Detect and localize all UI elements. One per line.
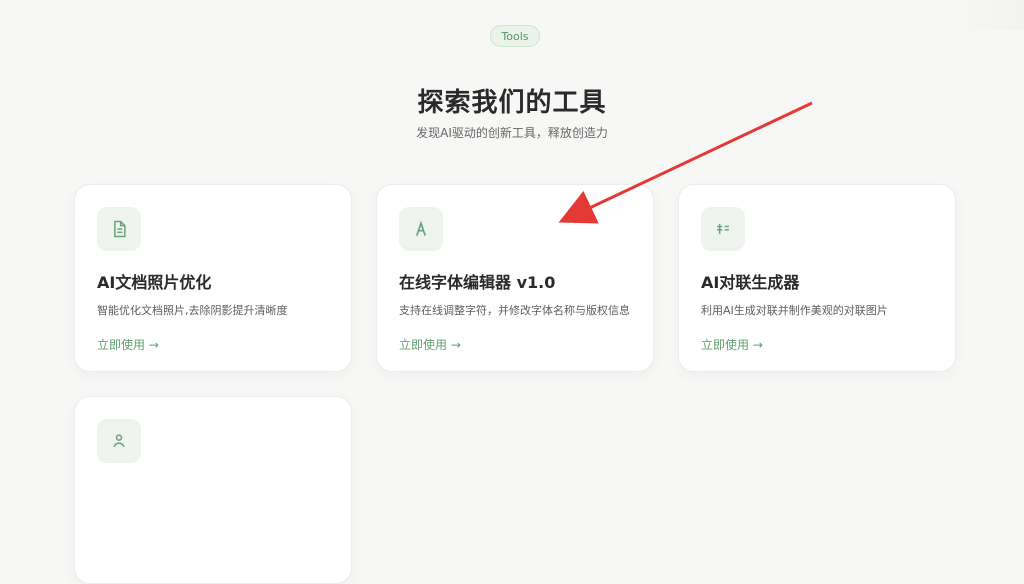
tool-card-partial[interactable] [74, 396, 352, 584]
tool-card-title: AI对联生成器 [701, 273, 800, 292]
tools-page: Tools 探索我们的工具 发现AI驱动的创新工具，释放创造力 AI文档照片优化… [0, 0, 1024, 584]
top-right-shadow [944, 0, 1024, 30]
tool-card-description: 利用AI生成对联并制作美观的对联图片 [701, 304, 888, 317]
user-icon [97, 419, 141, 463]
font-icon [399, 207, 443, 251]
tool-card-font-editor[interactable]: 在线字体编辑器 v1.0 支持在线调整字符，并修改字体名称与版权信息 立即使用 … [376, 184, 654, 372]
tool-card-title: AI文档照片优化 [97, 273, 212, 292]
page-subtitle: 发现AI驱动的创新工具，释放创造力 [416, 126, 608, 140]
couplet-icon [701, 207, 745, 251]
use-now-link[interactable]: 立即使用 → [399, 336, 461, 353]
use-now-link[interactable]: 立即使用 → [97, 336, 159, 353]
tool-card-title: 在线字体编辑器 v1.0 [399, 273, 556, 292]
tool-card-couplet-generator[interactable]: AI对联生成器 利用AI生成对联并制作美观的对联图片 立即使用 → [678, 184, 956, 372]
tool-card-description: 智能优化文档照片,去除阴影提升清晰度 [97, 304, 288, 317]
tool-card-document-photo[interactable]: AI文档照片优化 智能优化文档照片,去除阴影提升清晰度 立即使用 → [74, 184, 352, 372]
tools-badge: Tools [490, 25, 540, 47]
document-icon [97, 207, 141, 251]
page-title: 探索我们的工具 [417, 88, 607, 118]
use-now-link[interactable]: 立即使用 → [701, 336, 763, 353]
tool-card-description: 支持在线调整字符，并修改字体名称与版权信息 [399, 304, 630, 317]
